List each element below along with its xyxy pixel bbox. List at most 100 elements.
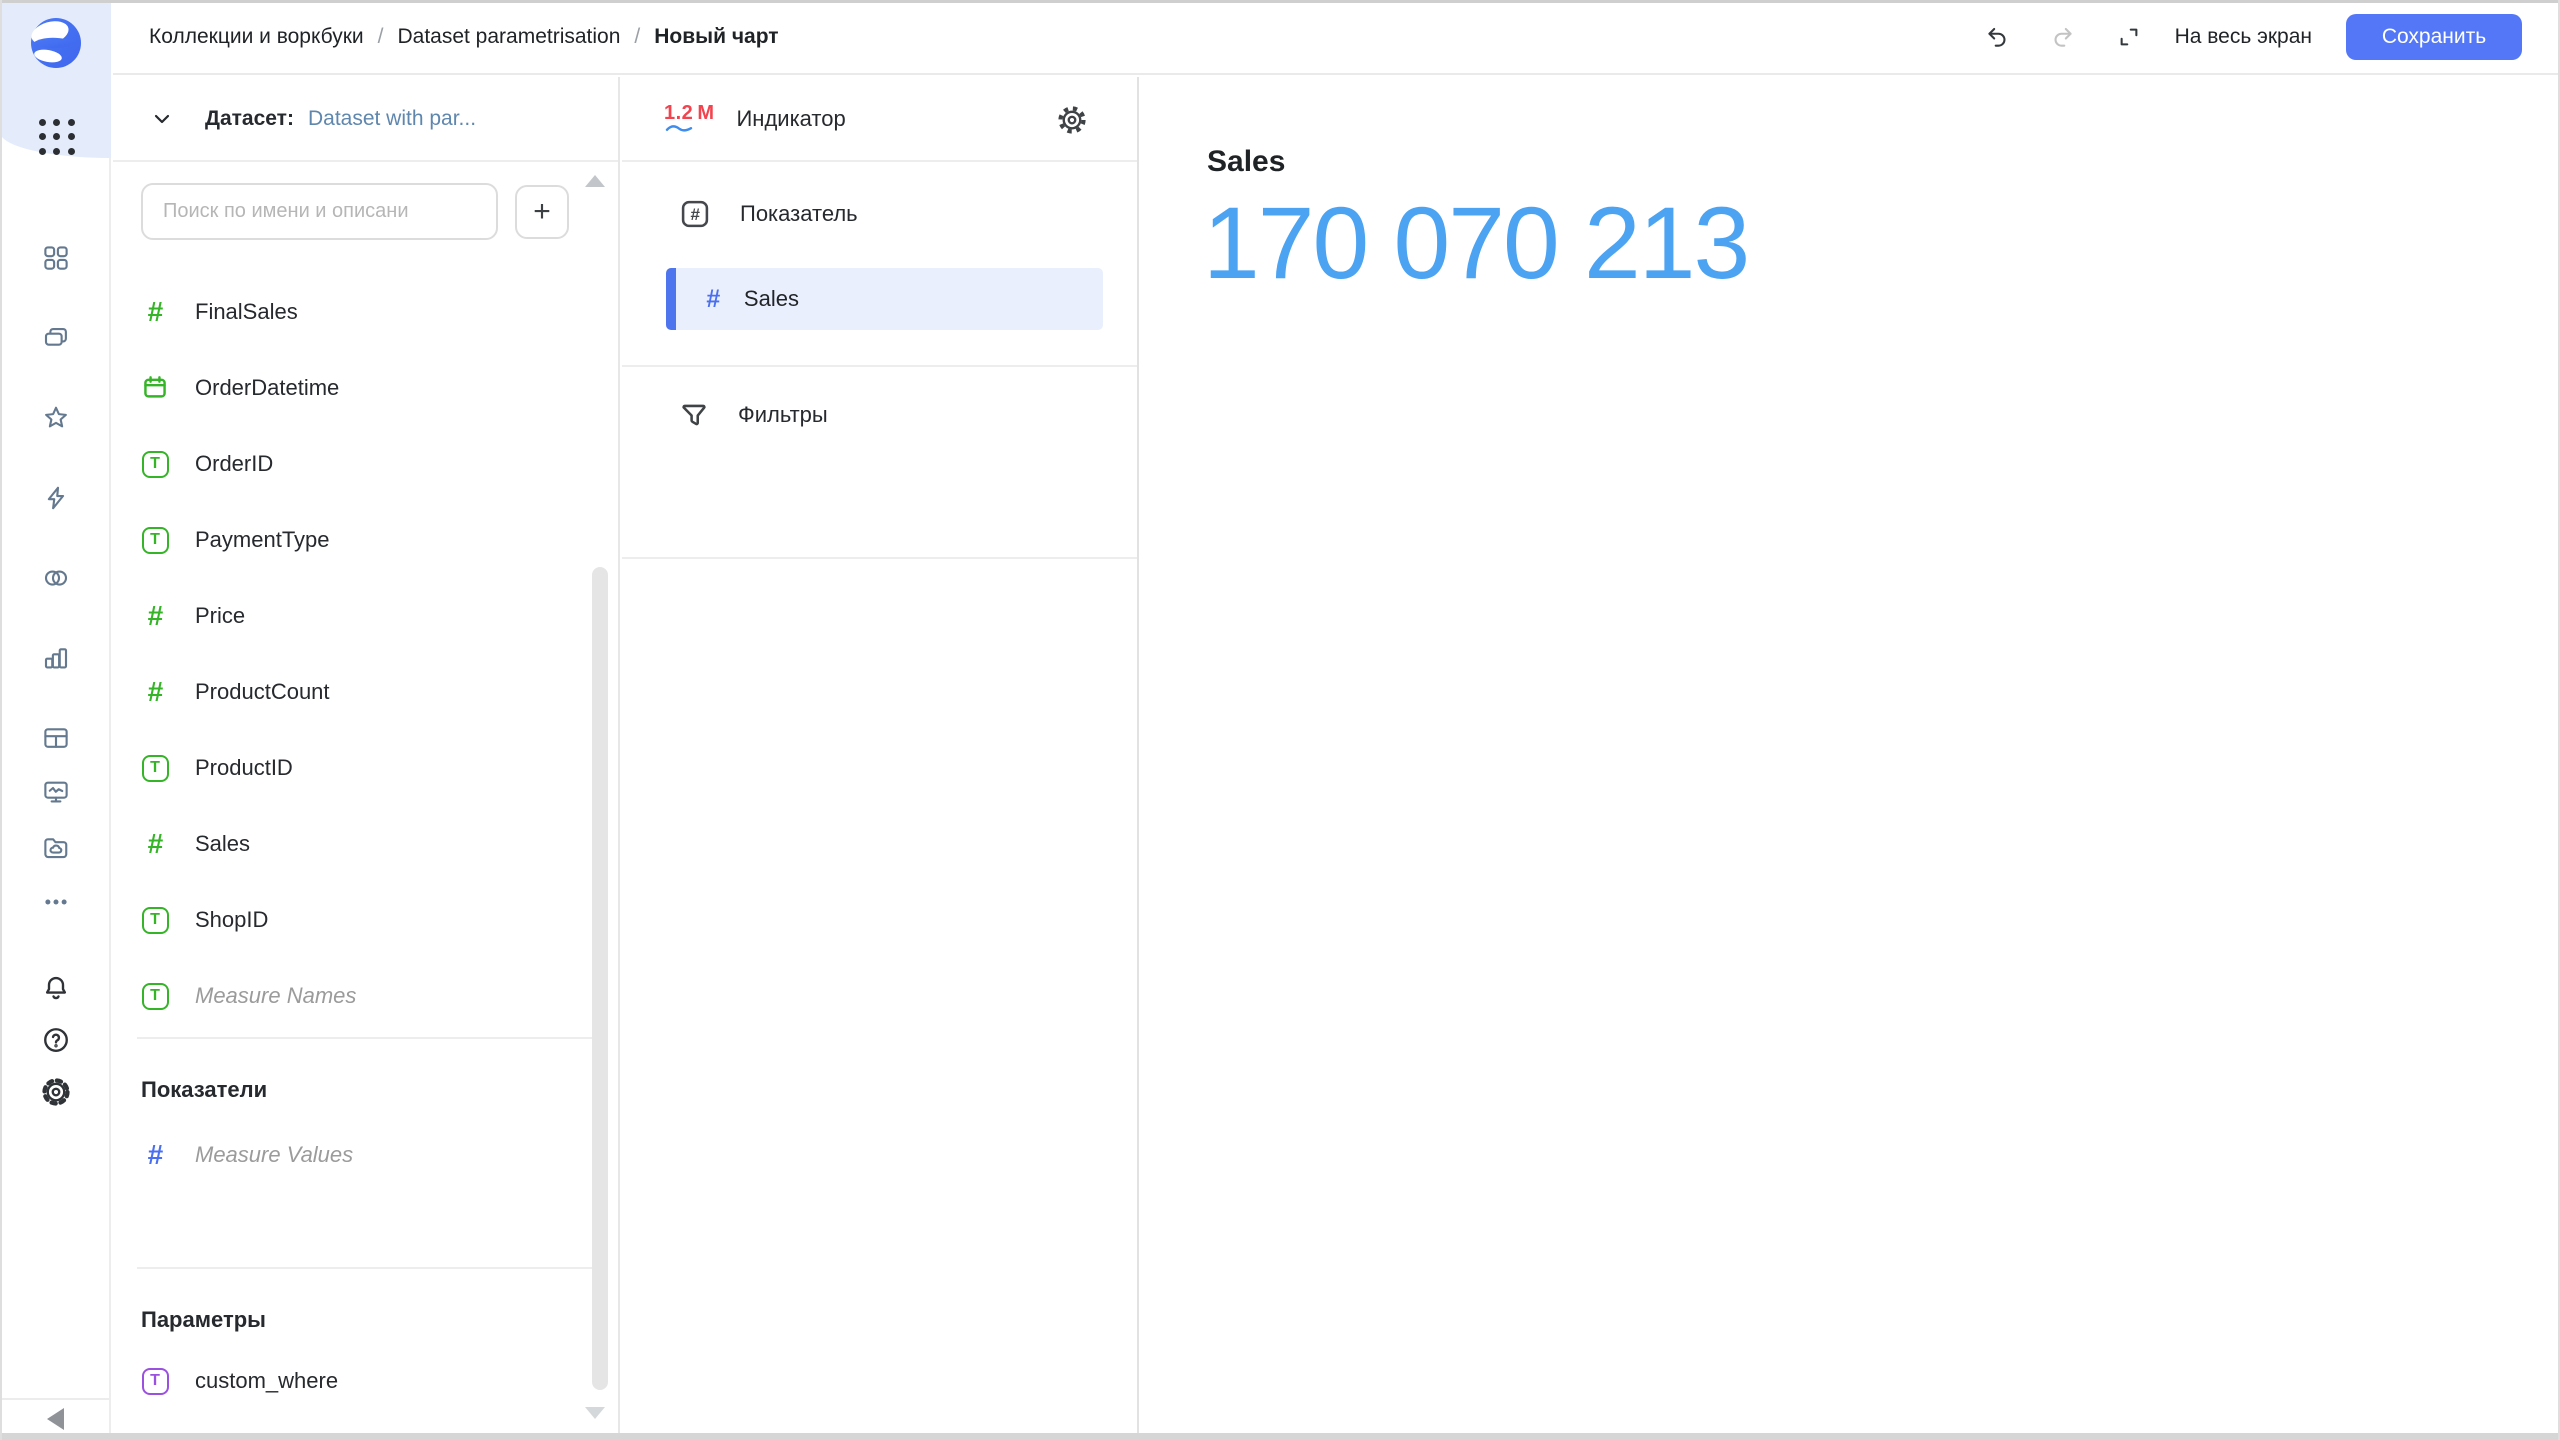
sidebar-item-more[interactable]: [26, 876, 86, 928]
save-button[interactable]: Сохранить: [2346, 14, 2522, 60]
field-label: FinalSales: [195, 299, 298, 325]
field-row-custom-where[interactable]: T custom_where: [141, 1343, 597, 1419]
lightning-icon: [41, 483, 71, 513]
text-field-icon: T: [141, 527, 169, 554]
sidebar-item-workbooks[interactable]: [26, 232, 86, 284]
ellipsis-icon: [41, 887, 71, 917]
breadcrumb-workbook[interactable]: Dataset parametrisation: [397, 25, 620, 49]
scroll-down-arrow[interactable]: [585, 1407, 605, 1419]
rail-divider: [0, 1398, 109, 1400]
field-row-productcount[interactable]: # ProductCount: [141, 654, 597, 730]
sidebar-item-tables[interactable]: [26, 712, 86, 764]
top-header: Коллекции и воркбуки / Dataset parametri…: [113, 0, 2560, 75]
dataset-header: Датасет: Dataset with par...: [113, 77, 618, 162]
collapse-sidebar-button[interactable]: [30, 1404, 80, 1434]
sidebar-item-storage[interactable]: [26, 822, 86, 874]
svg-text:#: #: [690, 205, 700, 224]
field-label: ProductCount: [195, 679, 330, 705]
parameter-field-icon: T: [141, 1368, 169, 1395]
field-label: Price: [195, 603, 245, 629]
settings-button[interactable]: [26, 1066, 86, 1118]
number-field-icon: #: [706, 287, 720, 312]
datalens-logo[interactable]: [29, 16, 83, 70]
undo-button[interactable]: [1977, 17, 2017, 57]
undo-icon: [1984, 24, 2010, 50]
chart-type-selector[interactable]: 1.2M: [664, 104, 714, 133]
table-icon: [41, 723, 71, 753]
dimensions-list: # FinalSales OrderDatetime T OrderID T P…: [141, 274, 597, 1034]
indicator-title: Sales: [1207, 145, 1285, 179]
breadcrumb-collections[interactable]: Коллекции и воркбуки: [149, 25, 364, 49]
help-button[interactable]: [26, 1014, 86, 1066]
add-field-button[interactable]: +: [515, 185, 569, 239]
sidebar-item-collections[interactable]: [26, 312, 86, 364]
section-divider: [137, 1267, 594, 1269]
text-field-icon: T: [141, 451, 169, 478]
scrollbar-thumb[interactable]: [592, 567, 608, 1390]
chart-settings-button[interactable]: [1049, 97, 1095, 143]
field-row-paymenttype[interactable]: T PaymentType: [141, 502, 597, 578]
field-label: Measure Names: [195, 983, 356, 1009]
sidebar-item-favorites[interactable]: [26, 392, 86, 444]
search-input[interactable]: [141, 183, 498, 240]
expand-button[interactable]: [2109, 17, 2149, 57]
breadcrumb-separator: /: [634, 25, 640, 49]
star-icon: [41, 403, 71, 433]
datalens-logo-icon: [29, 16, 83, 70]
indicator-badge: 1.2M: [664, 104, 714, 122]
field-row-price[interactable]: # Price: [141, 578, 597, 654]
measure-section: # Показатель: [678, 197, 858, 231]
field-row-sales[interactable]: # Sales: [141, 806, 597, 882]
field-row-productid[interactable]: T ProductID: [141, 730, 597, 806]
sidebar-item-datasets[interactable]: [26, 552, 86, 604]
number-field-icon: #: [141, 1141, 169, 1169]
breadcrumb: Коллекции и воркбуки / Dataset parametri…: [149, 25, 779, 49]
field-label: ProductID: [195, 755, 293, 781]
dataset-label: Датасет:: [205, 107, 294, 131]
scroll-up-arrow[interactable]: [585, 175, 605, 187]
number-field-icon: #: [141, 298, 169, 326]
field-row-shopid[interactable]: T ShopID: [141, 882, 597, 958]
measure-chip-sales[interactable]: # Sales: [666, 268, 1103, 330]
chart-preview-canvas: Sales 170 070 213: [1141, 77, 2558, 1433]
field-label: OrderDatetime: [195, 375, 339, 401]
gear-icon: [41, 1077, 71, 1107]
measures-section-title: Показатели: [141, 1077, 267, 1103]
field-row-measure-values[interactable]: # Measure Values: [141, 1117, 597, 1193]
chip-accent-bar: [666, 268, 676, 330]
funnel-icon: [678, 399, 710, 431]
redo-button[interactable]: [2043, 17, 2083, 57]
dataset-collapse-button[interactable]: [145, 102, 179, 136]
field-row-finalsales[interactable]: # FinalSales: [141, 274, 597, 350]
notifications-button[interactable]: [26, 962, 86, 1014]
chart-config-panel: 1.2M Индикатор # Показатель: [622, 77, 1139, 1440]
field-row-orderdatetime[interactable]: OrderDatetime: [141, 350, 597, 426]
field-label: PaymentType: [195, 527, 330, 553]
section-divider: [137, 1037, 594, 1039]
field-row-orderid[interactable]: T OrderID: [141, 426, 597, 502]
sidebar-item-charts[interactable]: [26, 632, 86, 684]
monitor-pulse-icon: [41, 777, 71, 807]
field-label: ShopID: [195, 907, 268, 933]
window-border: [0, 0, 2560, 3]
sidebar-item-connections[interactable]: [26, 472, 86, 524]
redo-icon: [2050, 24, 2076, 50]
app-window: Коллекции и воркбуки / Dataset parametri…: [0, 0, 2560, 1440]
dataset-name-link[interactable]: Dataset with par...: [308, 107, 476, 131]
fullscreen-toggle[interactable]: На весь экран: [2175, 25, 2312, 49]
bar-chart-icon: [41, 643, 71, 673]
gear-icon: [1057, 105, 1087, 135]
field-row-measure-names[interactable]: T Measure Names: [141, 958, 597, 1034]
chart-type-label: Индикатор: [736, 106, 845, 132]
chevron-down-icon: [150, 107, 174, 131]
breadcrumb-separator: /: [378, 25, 384, 49]
hash-square-icon: #: [678, 197, 712, 231]
collapse-arrow-icon: [47, 1408, 64, 1430]
section-divider: [622, 365, 1137, 367]
left-rail: [0, 0, 111, 1440]
services-menu-icon[interactable]: [38, 118, 76, 156]
field-label: OrderID: [195, 451, 273, 477]
date-field-icon: [141, 374, 169, 402]
header-actions: На весь экран Сохранить: [1977, 14, 2522, 60]
sidebar-item-dashboards[interactable]: [26, 766, 86, 818]
